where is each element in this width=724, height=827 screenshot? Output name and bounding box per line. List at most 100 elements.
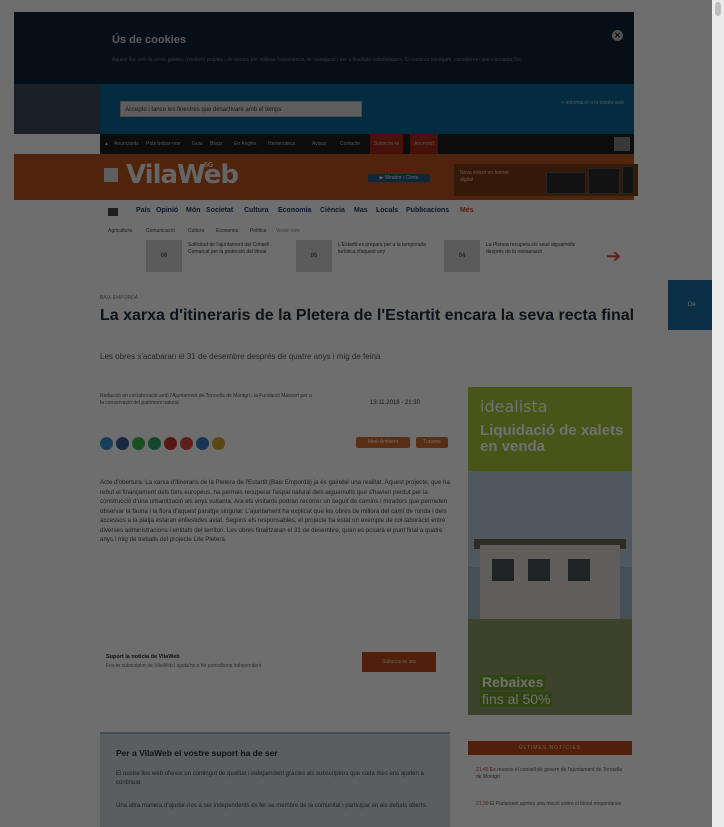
related-thumb: 06 bbox=[146, 240, 182, 272]
cat-cultura[interactable]: Cultura bbox=[244, 207, 269, 214]
scrollbar[interactable] bbox=[712, 0, 724, 827]
cookie-banner: Ús de cookies Aquest lloc web fa servir … bbox=[14, 12, 634, 90]
subcat-economia[interactable]: Economia bbox=[216, 228, 238, 234]
advertisement[interactable]: idealista Liquidació de xalets en venda … bbox=[468, 387, 632, 715]
cat-publicacions[interactable]: Publicacions bbox=[406, 207, 449, 214]
tag-turisme[interactable]: Turisme bbox=[416, 437, 448, 448]
subcat-politica[interactable]: Política bbox=[250, 228, 266, 234]
user-icon[interactable]: ▲ bbox=[104, 134, 109, 154]
accept-cookies-button[interactable]: Accepto i tanco les finestres que desact… bbox=[120, 101, 362, 117]
tag-medi-ambient[interactable]: Medi Ambient bbox=[356, 437, 410, 448]
related-card[interactable]: 06 Sollicitud de l'ajuntament del Consel… bbox=[146, 240, 286, 276]
nav-item-blogs[interactable]: Blogs bbox=[210, 134, 223, 154]
arrow-right-icon[interactable]: ➔ bbox=[606, 246, 621, 267]
cat-societat[interactable]: Societat bbox=[206, 207, 233, 214]
logo-superscript: 5G bbox=[204, 162, 214, 169]
phone-image bbox=[622, 166, 634, 194]
cat-mas[interactable]: Mas bbox=[354, 207, 368, 214]
ad-sale-line-1: Rebaixes bbox=[480, 674, 546, 690]
support-subtitle: Fes-te subscriptor de VilaWeb i ajuda'ns… bbox=[106, 663, 262, 669]
cat-mon[interactable]: Món bbox=[186, 207, 200, 214]
membership-text-2: Una altra manera d'ajudar-nos a ser inde… bbox=[116, 803, 428, 809]
subcat-agricultura[interactable]: Agricultura bbox=[108, 228, 132, 234]
ad-photo-window bbox=[528, 559, 550, 581]
comment-icon[interactable] bbox=[212, 437, 225, 450]
cookie-title: Ús de cookies bbox=[112, 34, 186, 46]
print-icon[interactable] bbox=[196, 437, 209, 450]
membership-text: El nostre lloc web ofereix un contingut … bbox=[116, 771, 424, 786]
latest-news-item[interactable]: 21:45 Es reuneix el consell de govern de… bbox=[476, 767, 626, 781]
cat-pais[interactable]: País bbox=[136, 207, 150, 214]
support-box: Suport la notícia de VilaWeb Fes-te subs… bbox=[100, 646, 450, 686]
related-card[interactable]: 04 La Pletera recupera els seus aiguamol… bbox=[444, 240, 584, 276]
floating-tab[interactable]: De bbox=[668, 280, 712, 330]
nav-item-anunciants[interactable]: Anunciants bbox=[114, 134, 139, 154]
ad-brand: idealista bbox=[480, 397, 548, 416]
mirador-button[interactable]: ▶ Mirador i Clima bbox=[368, 174, 430, 182]
tablet-image bbox=[546, 172, 586, 194]
telegram-icon[interactable] bbox=[148, 437, 161, 450]
promo-text: Nova edició en format digital bbox=[460, 170, 509, 183]
subcat-cultura[interactable]: Cultura bbox=[188, 228, 204, 234]
webpage: Ús de cookies Aquest lloc web fa servir … bbox=[0, 0, 712, 827]
related-thumb: 05 bbox=[296, 240, 332, 272]
scrollbar-thumb[interactable] bbox=[715, 2, 721, 16]
laptop-image bbox=[588, 168, 620, 194]
pinterest-icon[interactable] bbox=[164, 437, 177, 450]
ad-photo-window bbox=[568, 559, 590, 581]
cat-opinio[interactable]: Opinió bbox=[156, 207, 178, 214]
promo-banner[interactable]: Nova edició en format digital bbox=[454, 164, 638, 196]
related-card[interactable]: 05 L'Estartit es prepara per a la tempor… bbox=[296, 240, 436, 276]
cat-ciencia[interactable]: Ciència bbox=[320, 207, 345, 214]
news-time: 21:45 bbox=[476, 767, 489, 773]
nav-item-trobar[interactable]: Pots trobar-nos bbox=[146, 134, 180, 154]
subcat-comunicacio[interactable]: Comunicació bbox=[146, 228, 175, 234]
related-thumb: 04 bbox=[444, 240, 480, 272]
nav-item-angles[interactable]: En Anglès bbox=[234, 134, 257, 154]
ad-headline: Liquidació de xalets en venda bbox=[480, 422, 624, 455]
consent-bar-inner: Accepto i tanco les finestres que desact… bbox=[100, 84, 634, 134]
latest-news-heading: ÚLTIMES NOTÍCIES bbox=[468, 741, 632, 755]
related-text: L'Estartit es prepara per a la temporada… bbox=[338, 242, 426, 255]
nav-item-hemeroteca[interactable]: Hemeroteca bbox=[268, 134, 295, 154]
twitter-icon[interactable] bbox=[100, 437, 113, 450]
nav-item-avisos[interactable]: Avisos bbox=[312, 134, 327, 154]
cat-mes[interactable]: Més bbox=[460, 207, 474, 214]
nav-item-subscriu[interactable]: Subscriu-te bbox=[370, 134, 404, 154]
ad-photo-window bbox=[492, 559, 514, 581]
nav-item-guia[interactable]: Guia bbox=[192, 134, 203, 154]
consent-bar: Accepto i tanco les finestres que desact… bbox=[14, 84, 634, 134]
article-title: La xarxa d'itineraris de la Pletera de l… bbox=[100, 307, 635, 324]
news-time: 21:30 bbox=[476, 801, 489, 807]
ad-sale-line-2: fins al 50% bbox=[480, 691, 553, 707]
cookie-info-link[interactable]: + informació a la nostra web bbox=[544, 100, 624, 107]
article-subtitle: Les obres s'acabaran el 31 de desembre d… bbox=[100, 352, 381, 361]
article-body: Acte d'obertura. La xarxa d'itineraris d… bbox=[100, 479, 450, 543]
news-text: El Parlament aprova una moció sobre el l… bbox=[489, 801, 622, 807]
related-strip: 06 Sollicitud de l'ajuntament del Consel… bbox=[100, 236, 634, 282]
ad-photo-house bbox=[480, 545, 620, 619]
search-icon[interactable] bbox=[614, 137, 630, 151]
membership-title: Per a VilaWeb el vostre suport ha de ser bbox=[116, 748, 278, 758]
article-kicker: BAIX EMPORDÀ bbox=[100, 295, 139, 301]
email-icon[interactable] bbox=[180, 437, 193, 450]
site-header: VilaWeb 5G ▶ Mirador i Clima Nova edició… bbox=[14, 154, 638, 200]
close-icon[interactable]: ✕ bbox=[612, 30, 623, 41]
news-text: Es reuneix el consell de govern de l'aju… bbox=[476, 767, 622, 780]
related-text: La Pletera recupera els seus aiguamolls … bbox=[486, 242, 575, 255]
latest-news-item[interactable]: 21:30 El Parlament aprova una moció sobr… bbox=[476, 801, 626, 808]
site-logo[interactable]: VilaWeb bbox=[126, 160, 239, 190]
cat-locals[interactable]: Locals bbox=[376, 207, 398, 214]
top-nav: ▲ Anunciants Pots trobar-nos Guia Blogs … bbox=[100, 134, 634, 154]
facebook-icon[interactable] bbox=[116, 437, 129, 450]
article-date: 13.11.2018 - 21:30 bbox=[370, 400, 420, 406]
whatsapp-icon[interactable] bbox=[132, 437, 145, 450]
home-icon[interactable] bbox=[108, 208, 118, 216]
nav-item-contacte[interactable]: Contacte bbox=[340, 134, 360, 154]
subscribe-button[interactable]: Subscriu-te ara bbox=[362, 652, 436, 672]
menu-icon[interactable] bbox=[104, 168, 118, 182]
subcat-more[interactable]: Veure més bbox=[276, 228, 300, 234]
support-title: Suport la notícia de VilaWeb bbox=[106, 654, 180, 660]
nav-item-anunciat[interactable]: Anuncia't bbox=[410, 134, 439, 154]
cat-economia[interactable]: Economia bbox=[278, 207, 311, 214]
